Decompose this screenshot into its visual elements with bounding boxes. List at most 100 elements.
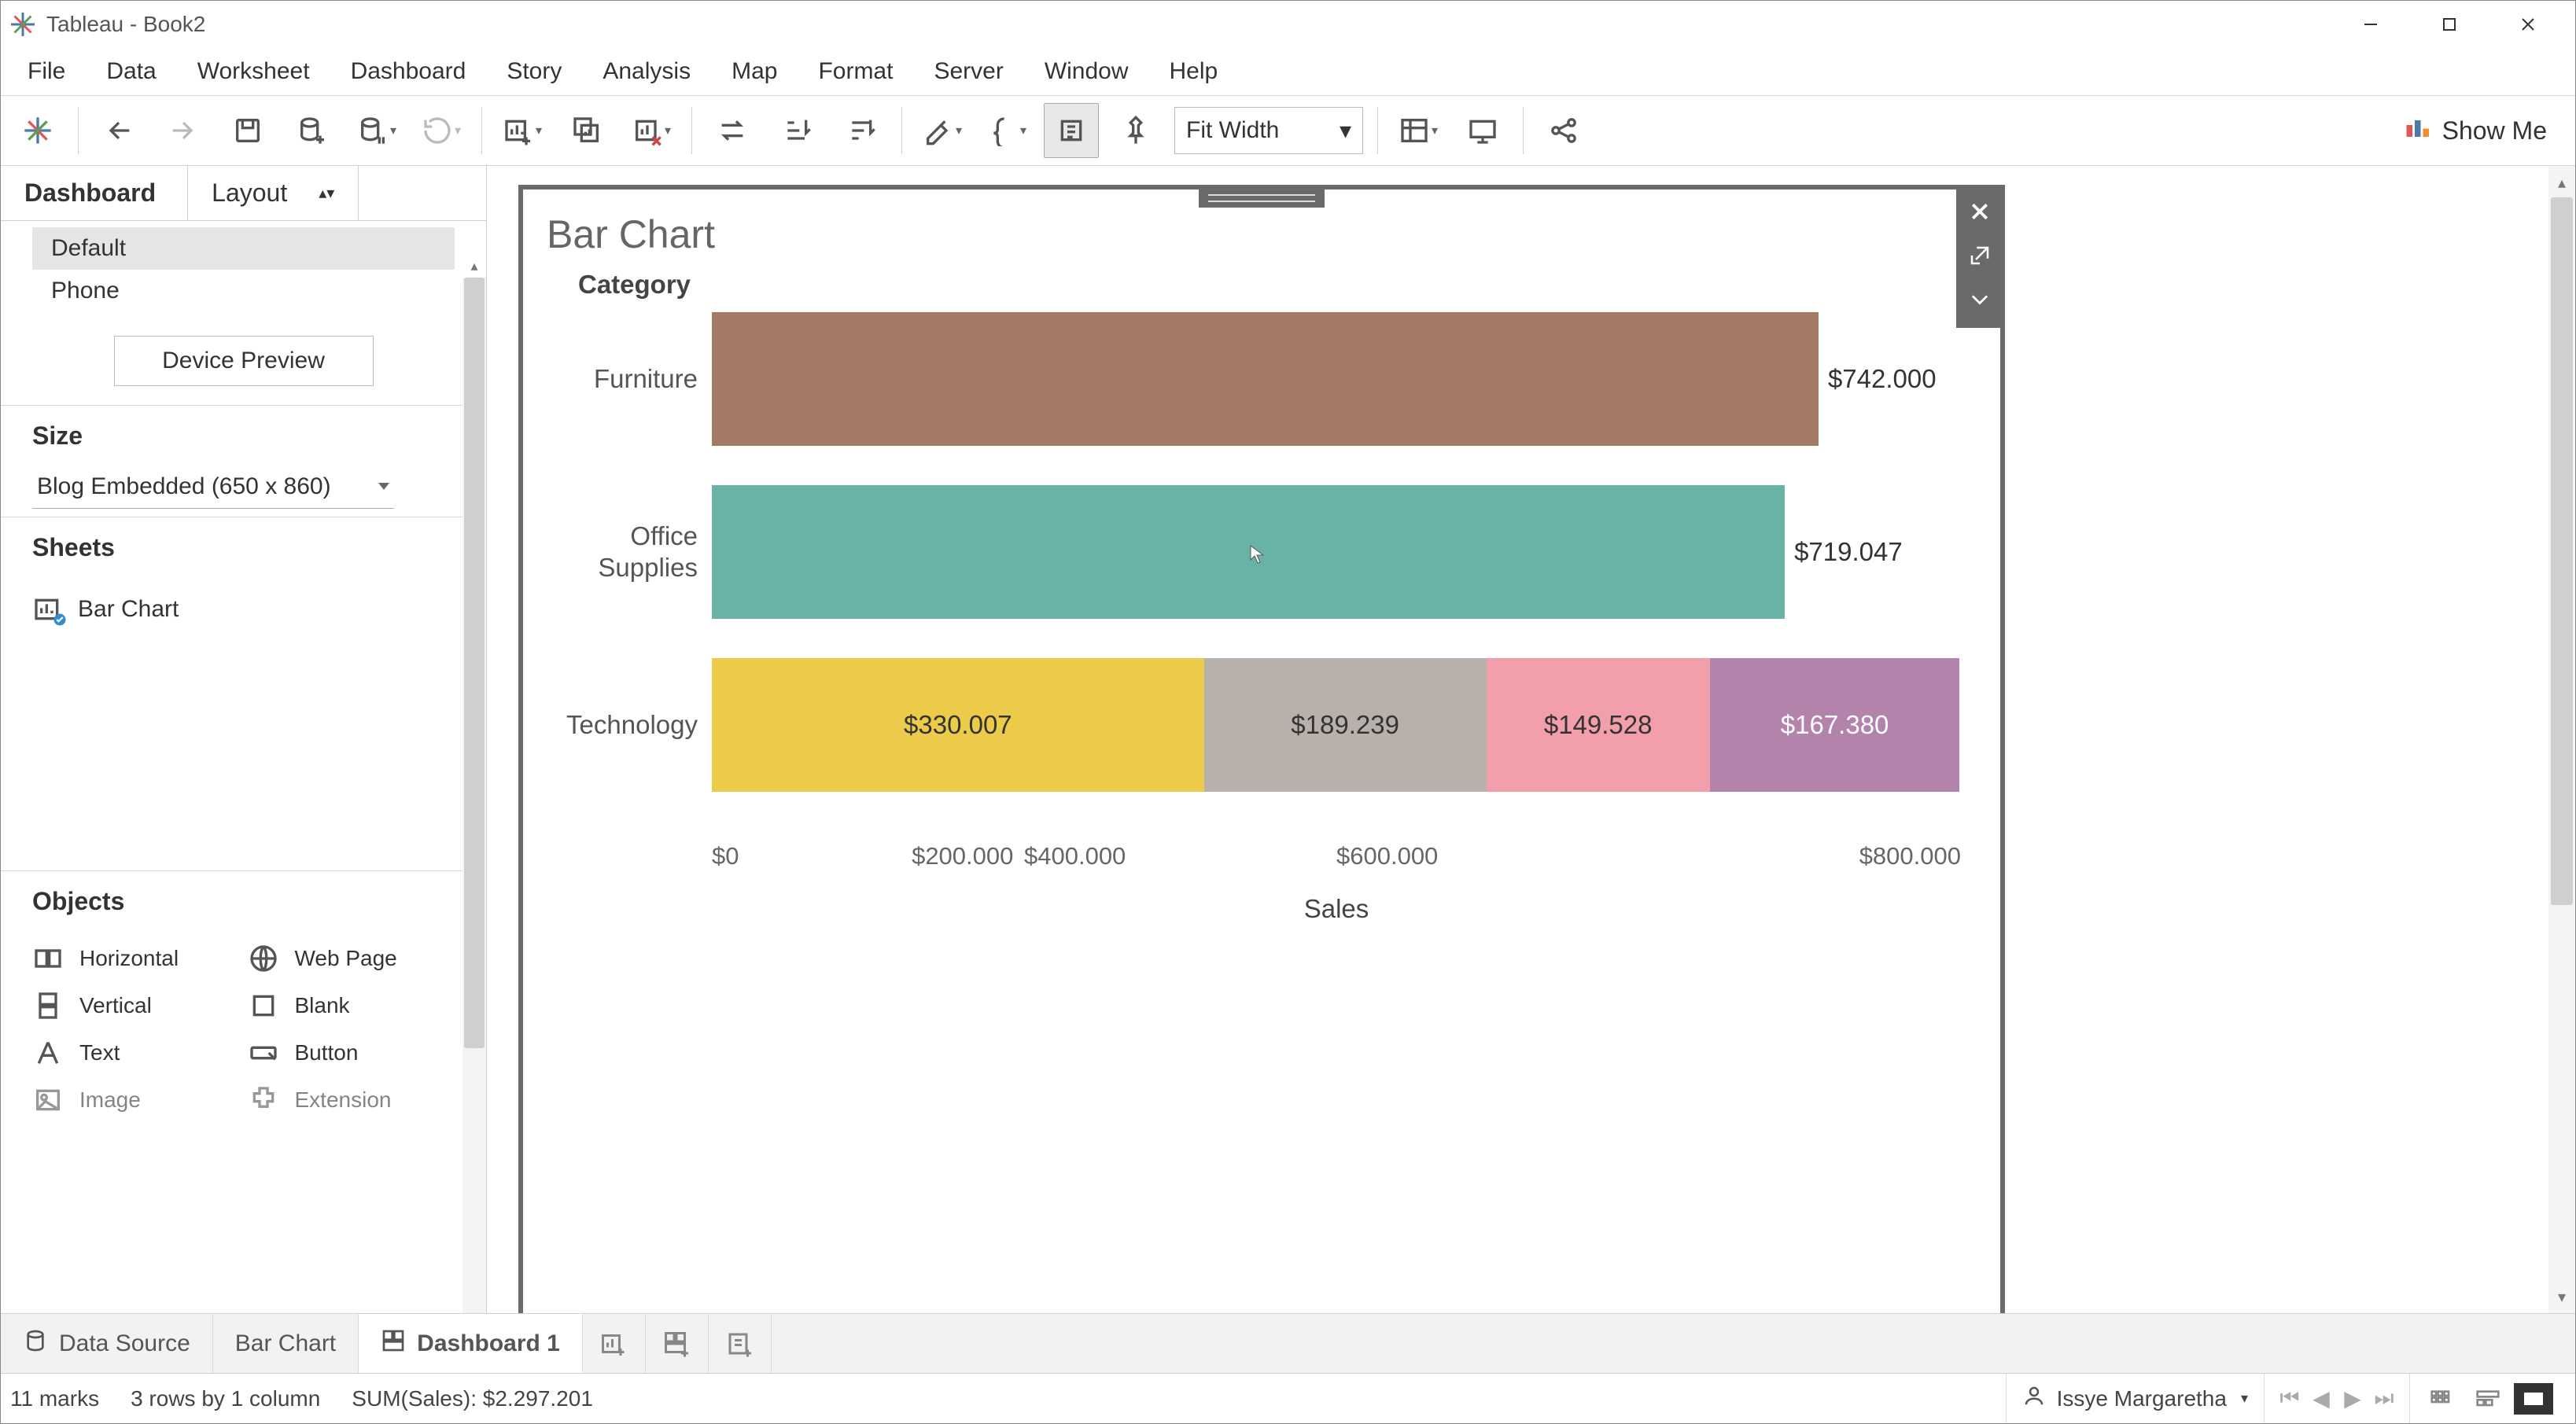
bar-technology-seg-1[interactable]: $330.007 (712, 658, 1204, 792)
caret-down-icon (378, 483, 389, 490)
x-tick-3: $600.000 (1336, 842, 1649, 870)
new-worksheet-tab-button[interactable] (583, 1314, 646, 1373)
canvas-scroll-down-icon[interactable]: ▾ (2548, 1283, 2575, 1310)
x-tick-1: $200.000 (712, 842, 1024, 870)
view-filmstrip-button[interactable] (2468, 1383, 2508, 1415)
save-button[interactable] (220, 103, 275, 158)
object-text[interactable]: Text (32, 1032, 240, 1073)
sheet-item-label: Bar Chart (78, 596, 179, 623)
bar-technology-seg-3[interactable]: $149.528 (1487, 658, 1710, 792)
new-story-tab-button[interactable] (709, 1314, 772, 1373)
menu-format[interactable]: Format (798, 50, 913, 93)
highlight-button[interactable]: ▾ (915, 103, 970, 158)
object-vertical[interactable]: Vertical (32, 985, 240, 1026)
menu-map[interactable]: Map (711, 50, 798, 93)
redo-button[interactable] (156, 103, 211, 158)
fit-select[interactable]: Fit Width ▾ (1174, 107, 1363, 154)
new-data-source-button[interactable] (285, 103, 340, 158)
menu-window[interactable]: Window (1024, 50, 1149, 93)
object-button[interactable]: Button (248, 1032, 455, 1073)
size-section-title: Size (32, 421, 455, 451)
new-dashboard-tab-button[interactable] (646, 1314, 709, 1373)
show-me-button[interactable]: Show Me (2379, 113, 2570, 148)
dashboard-container[interactable]: Bar Chart Category Furniture $742.000 (518, 185, 2005, 1313)
duplicate-sheet-button[interactable] (559, 103, 614, 158)
sheet-tab-strip: Data Source Bar Chart Dashboard 1 (1, 1313, 2575, 1373)
object-blank[interactable]: Blank (248, 985, 455, 1026)
refresh-button[interactable]: ▾ (414, 103, 469, 158)
view-sheet-button[interactable] (2514, 1383, 2553, 1415)
show-me-icon (2403, 113, 2431, 148)
sheet-bar-chart[interactable]: Bar Chart (32, 584, 455, 635)
x-axis-label: Sales (547, 894, 1961, 924)
zone-menu-button[interactable] (1959, 279, 2000, 320)
device-preview-button[interactable]: Device Preview (114, 336, 374, 386)
bar-technology-seg-4[interactable]: $167.380 (1710, 658, 1960, 792)
nav-prev-button[interactable]: ◀ (2305, 1385, 2337, 1411)
menu-help[interactable]: Help (1149, 50, 1239, 93)
sort-ascending-button[interactable] (769, 103, 824, 158)
category-label-office-supplies: Office Supplies (547, 521, 712, 583)
user-name: Issye Margaretha (2057, 1386, 2227, 1411)
group-button[interactable]: ▾ (979, 103, 1034, 158)
window-close-button[interactable] (2489, 1, 2567, 48)
scrollbar-thumb[interactable] (464, 278, 485, 1048)
nav-last-button[interactable]: ⏭ (2368, 1385, 2400, 1411)
show-cards-button[interactable]: ▾ (1391, 103, 1446, 158)
window-title: Tableau - Book2 (46, 12, 205, 37)
menu-bar: File Data Worksheet Dashboard Story Anal… (1, 48, 2575, 95)
object-image[interactable]: Image (32, 1080, 240, 1120)
object-extension[interactable]: Extension (248, 1080, 455, 1120)
user-icon (2022, 1384, 2046, 1413)
menu-data[interactable]: Data (86, 50, 176, 93)
category-label-technology: Technology (547, 709, 712, 741)
share-button[interactable] (1536, 103, 1591, 158)
undo-button[interactable] (91, 103, 146, 158)
bar-office-supplies[interactable] (712, 485, 1785, 619)
tab-bar-chart[interactable]: Bar Chart (213, 1314, 359, 1373)
panel-tab-layout[interactable]: Layout ▴▾ (187, 166, 359, 220)
tab-dashboard-1[interactable]: Dashboard 1 (359, 1314, 583, 1373)
presentation-mode-button[interactable] (1455, 103, 1510, 158)
device-default[interactable]: Default (32, 227, 455, 270)
bar-furniture[interactable] (712, 312, 1819, 446)
canvas-scrollbar-thumb[interactable] (2551, 197, 2573, 905)
remove-zone-button[interactable] (1959, 191, 2000, 232)
panel-tab-dashboard[interactable]: Dashboard (1, 166, 179, 220)
window-minimize-button[interactable] (2331, 1, 2410, 48)
swap-rows-columns-button[interactable] (705, 103, 760, 158)
menu-story[interactable]: Story (486, 50, 582, 93)
object-horizontal[interactable]: Horizontal (32, 938, 240, 979)
window-maximize-button[interactable] (2410, 1, 2489, 48)
pin-button[interactable] (1108, 103, 1163, 158)
bar-technology-seg-2[interactable]: $189.239 (1204, 658, 1487, 792)
clear-sheet-button[interactable]: ▾ (624, 103, 679, 158)
drag-handle[interactable] (1199, 186, 1325, 210)
menu-server[interactable]: Server (913, 50, 1023, 93)
new-worksheet-button[interactable]: ▾ (495, 103, 550, 158)
view-tabs-button[interactable] (2423, 1383, 2462, 1415)
tab-data-source[interactable]: Data Source (1, 1314, 213, 1373)
object-webpage[interactable]: Web Page (248, 938, 455, 979)
sort-descending-button[interactable] (834, 103, 889, 158)
pause-auto-updates-button[interactable]: ▾ (349, 103, 404, 158)
size-select[interactable]: Blog Embedded (650 x 860) (32, 465, 394, 509)
user-menu[interactable]: Issye Margaretha ▾ (2006, 1374, 2265, 1423)
menu-worksheet[interactable]: Worksheet (177, 50, 330, 93)
menu-file[interactable]: File (7, 50, 86, 93)
left-panel-scrollbar[interactable]: ▴ ▾ (463, 278, 486, 1313)
nav-first-button[interactable]: ⏮ (2274, 1385, 2305, 1411)
menu-dashboard[interactable]: Dashboard (330, 50, 487, 93)
canvas-scroll-up-icon[interactable]: ▴ (2548, 169, 2575, 196)
left-panel: Dashboard Layout ▴▾ Default Phone Device… (1, 166, 487, 1313)
canvas-scrollbar[interactable]: ▴ ▾ (2548, 166, 2575, 1313)
device-phone[interactable]: Phone (32, 270, 455, 312)
menu-analysis[interactable]: Analysis (582, 50, 711, 93)
go-to-sheet-button[interactable] (1959, 235, 2000, 276)
show-labels-button[interactable] (1044, 103, 1099, 158)
tableau-logo-button[interactable] (10, 103, 65, 158)
bar-furniture-value: $742.000 (1828, 364, 1937, 394)
nav-next-button[interactable]: ▶ (2337, 1385, 2368, 1411)
bar-office-supplies-value: $719.047 (1794, 537, 1903, 567)
scroll-up-icon[interactable]: ▴ (463, 254, 486, 278)
